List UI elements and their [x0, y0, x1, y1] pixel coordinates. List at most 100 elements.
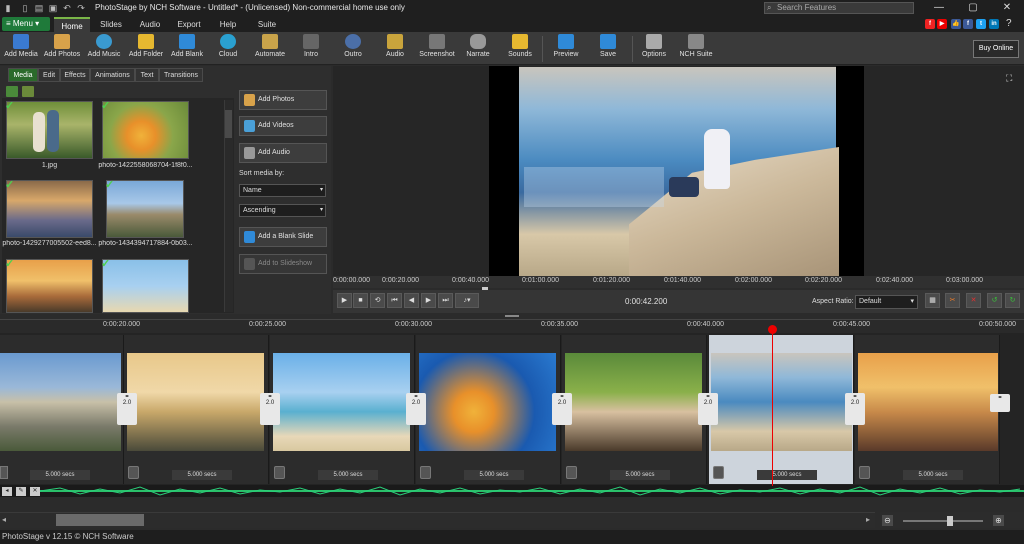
clip-duration[interactable]: 5.000 secs — [464, 470, 524, 480]
facebook-icon[interactable]: f — [963, 19, 973, 29]
skip-end-button[interactable]: ⏭ — [438, 293, 453, 308]
media-thumb-couple[interactable] — [6, 101, 93, 159]
rotate-left-button[interactable]: ↺ — [987, 293, 1002, 308]
playhead-line[interactable] — [772, 328, 773, 486]
narrate-button[interactable]: Narrate — [462, 34, 494, 64]
nch-suite-button[interactable]: NCH Suite — [678, 34, 714, 64]
folder-up-icon[interactable] — [22, 86, 34, 97]
add-photos-side-button[interactable]: Add Photos — [239, 90, 327, 110]
microphone-icon[interactable] — [859, 466, 870, 479]
zoom-slider-thumb[interactable] — [947, 516, 953, 526]
microphone-icon[interactable] — [128, 466, 139, 479]
open-icon[interactable]: ▤ — [34, 3, 44, 13]
timeline-ruler[interactable] — [0, 319, 1024, 333]
intro-button[interactable]: Intro — [296, 34, 326, 64]
cut-button[interactable]: ✂ — [945, 293, 960, 308]
media-thumb-mountains[interactable] — [106, 180, 184, 238]
loop-button[interactable]: ⟲ — [370, 293, 385, 308]
tab-media[interactable]: Media — [8, 68, 38, 82]
preview-button[interactable]: Preview — [550, 34, 582, 64]
clip-flowers[interactable] — [419, 353, 556, 451]
clip-duration[interactable]: 5.000 secs — [318, 470, 378, 480]
media-thumb-sunset[interactable] — [6, 259, 93, 313]
microphone-icon[interactable] — [420, 466, 431, 479]
like-icon[interactable]: 👍 — [951, 19, 961, 29]
clip-duration[interactable]: 5.000 secs — [30, 470, 90, 480]
clip-duration[interactable]: 5.000 secs — [610, 470, 670, 480]
clip-duration[interactable]: 5.000 secs — [172, 470, 232, 480]
add-videos-button[interactable]: Add Videos — [239, 116, 327, 136]
save-icon[interactable]: ▣ — [48, 3, 58, 13]
clip-sunset-field[interactable] — [127, 353, 264, 451]
edit-audio-icon[interactable]: ✎ — [16, 487, 26, 496]
skip-start-button[interactable]: ⏮ — [387, 293, 402, 308]
clip-beach[interactable] — [273, 353, 410, 451]
transition-button[interactable]: ⚭ 2.0 — [552, 393, 572, 425]
sounds-button[interactable]: Sounds — [504, 34, 536, 64]
redo-icon[interactable]: ↷ — [76, 3, 86, 13]
delete-button[interactable]: ✕ — [966, 293, 981, 308]
next-frame-button[interactable]: ▶ — [421, 293, 436, 308]
add-media-button[interactable]: Add Media — [2, 34, 40, 64]
microphone-icon[interactable] — [274, 466, 285, 479]
transition-button[interactable]: ⚭ 2.0 — [406, 393, 426, 425]
transition-button[interactable]: ⚭ 2.0 — [698, 393, 718, 425]
add-audio-button[interactable]: Add Audio — [239, 143, 327, 163]
add-photos-button[interactable]: Add Photos — [42, 34, 82, 64]
zoom-out-icon[interactable]: ⊖ — [882, 515, 893, 526]
tab-home[interactable]: Home — [54, 17, 90, 32]
cloud-button[interactable]: Cloud — [212, 34, 244, 64]
tab-text[interactable]: Text — [135, 68, 159, 82]
media-thumb-girl[interactable] — [6, 180, 93, 238]
sort-order-select[interactable]: Ascending ▾ — [239, 204, 326, 217]
youtube-icon[interactable]: ▶ — [937, 19, 947, 29]
maximize-button[interactable]: ▢ — [956, 0, 990, 16]
tab-help[interactable]: Help — [210, 17, 246, 32]
play-button[interactable]: ▶ — [337, 293, 352, 308]
transition-add-button[interactable]: ⚭ — [990, 394, 1010, 412]
add-blank-slide-button[interactable]: Add a Blank Slide — [239, 227, 327, 247]
tab-audio[interactable]: Audio — [132, 17, 168, 32]
tab-slides[interactable]: Slides — [92, 17, 130, 32]
folder-view-icon[interactable] — [6, 86, 18, 97]
microphone-icon[interactable] — [566, 466, 577, 479]
clip-mountains[interactable] — [0, 353, 121, 451]
undo-icon[interactable]: ↶ — [62, 3, 72, 13]
scroll-left-icon[interactable]: ◂ — [2, 515, 6, 524]
save-button[interactable]: Save — [592, 34, 624, 64]
scroll-right-icon[interactable]: ▸ — [866, 515, 870, 524]
zoom-in-icon[interactable]: ⊕ — [993, 515, 1004, 526]
menu-button[interactable]: ≡ Menu ▾ — [2, 17, 50, 31]
media-thumb-beach[interactable] — [102, 259, 189, 313]
mute-icon[interactable]: ✕ — [30, 487, 40, 496]
stop-button[interactable]: ■ — [353, 293, 368, 308]
screenshot-button[interactable]: Screenshot — [418, 34, 456, 64]
splitter-handle[interactable] — [505, 315, 519, 317]
tab-effects[interactable]: Effects — [60, 68, 90, 82]
tab-edit[interactable]: Edit — [38, 68, 60, 82]
tab-transitions[interactable]: Transitions — [159, 68, 203, 82]
twitter-icon[interactable]: t — [976, 19, 986, 29]
tab-suite[interactable]: Suite — [248, 17, 286, 32]
clip-dropdown[interactable] — [0, 466, 8, 479]
search-input[interactable]: Search Features — [764, 2, 914, 14]
add-folder-button[interactable]: Add Folder — [126, 34, 166, 64]
prev-frame-button[interactable]: ◀ — [404, 293, 419, 308]
clip-duration[interactable]: 5.000 secs — [757, 470, 817, 480]
automate-button[interactable]: Automate — [252, 34, 288, 64]
audio-button[interactable]: Audio — [380, 34, 410, 64]
linkedin-icon[interactable]: in — [989, 19, 999, 29]
outro-button[interactable]: Outro — [338, 34, 368, 64]
close-button[interactable]: ✕ — [990, 0, 1024, 16]
tab-export[interactable]: Export — [170, 17, 208, 32]
media-scroll-thumb[interactable] — [225, 110, 232, 138]
transition-button[interactable]: ⚭ 2.0 — [260, 393, 280, 425]
zoom-slider-track[interactable] — [903, 520, 983, 522]
speaker-icon[interactable]: ◂ — [2, 487, 12, 496]
clip-photographer[interactable] — [565, 353, 702, 451]
clip-bride[interactable] — [711, 353, 852, 451]
buy-online-button[interactable]: Buy Online — [973, 40, 1019, 58]
transition-button[interactable]: ⚭ 2.0 — [845, 393, 865, 425]
microphone-icon[interactable] — [713, 466, 724, 479]
minimize-button[interactable]: — — [922, 0, 956, 16]
